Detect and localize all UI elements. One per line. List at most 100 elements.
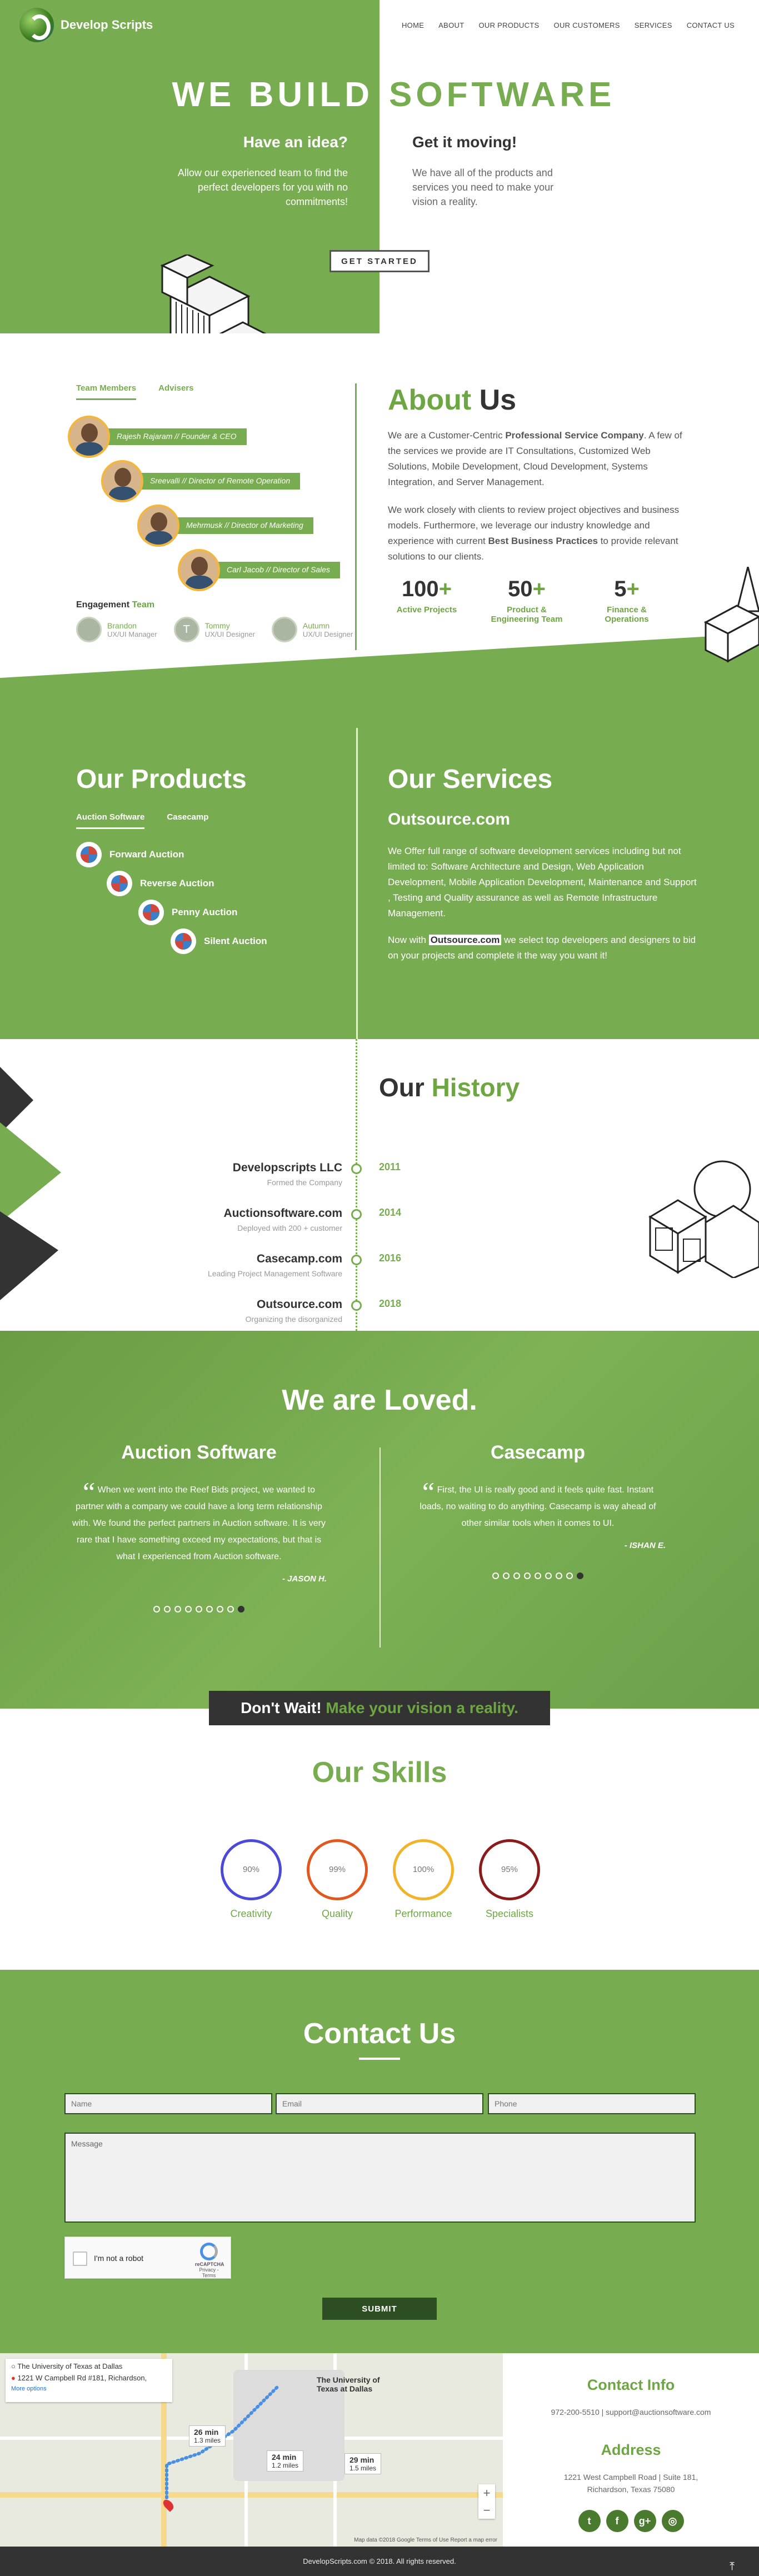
team-tabs: Team Members Advisers xyxy=(76,383,355,400)
carousel-dot[interactable] xyxy=(524,1572,531,1579)
scroll-top-icon[interactable]: ⤒ xyxy=(730,2552,735,2576)
copyright-text: DevelopScripts.com © 2018. All rights re… xyxy=(303,2557,456,2565)
carousel-dot[interactable] xyxy=(535,1572,541,1579)
skill-label: Performance xyxy=(395,1908,452,1919)
carousel-dot[interactable] xyxy=(566,1572,573,1579)
get-started-button[interactable]: GET STARTED xyxy=(329,250,430,272)
carousel-dot[interactable] xyxy=(556,1572,562,1579)
team-member[interactable]: Rajesh Rajaram // Founder & CEO xyxy=(68,416,247,458)
nav-products[interactable]: OUR PRODUCTS xyxy=(478,21,539,29)
twitter-icon[interactable]: t xyxy=(578,2510,601,2532)
stats: 100+ Active Projects 50+ Product & Enginee… xyxy=(388,577,688,624)
skill-ring: 100% xyxy=(393,1839,454,1900)
team-member-tag: Rajesh Rajaram // Founder & CEO xyxy=(107,428,247,445)
carousel-dot[interactable] xyxy=(227,1606,234,1613)
contact-line: 972-200-5510 | support@auctionsoftware.c… xyxy=(551,2408,711,2417)
skills-title: Our Skills xyxy=(312,1756,447,1789)
nav-home[interactable]: HOME xyxy=(402,21,424,29)
recaptcha-checkbox[interactable] xyxy=(73,2251,87,2266)
message-field[interactable]: Message xyxy=(64,2133,696,2223)
cta-banner: Don't Wait! Make your vision a reality. xyxy=(209,1691,550,1725)
logo-icon xyxy=(19,8,54,42)
carousel-dot[interactable] xyxy=(492,1572,499,1579)
tab-advisers[interactable]: Advisers xyxy=(158,383,193,400)
google-plus-icon[interactable]: g+ xyxy=(633,2510,656,2532)
hero-moving-text: We have all of the products and services… xyxy=(412,167,554,207)
testimonial-auction: Auction Software “ When we went into the… xyxy=(71,1442,327,1613)
carousel-dot[interactable] xyxy=(196,1606,202,1613)
phone-field[interactable] xyxy=(488,2093,696,2114)
quote-icon: “ xyxy=(83,1476,96,1507)
carousel-dot[interactable] xyxy=(206,1606,213,1613)
skill-ring: 90% xyxy=(221,1839,282,1900)
tab-team-members[interactable]: Team Members xyxy=(76,383,137,400)
services-paragraph-1: We Offer full range of software developm… xyxy=(388,846,697,918)
google-map[interactable]: ○ The University of Texas at Dallas ● 12… xyxy=(0,2353,503,2547)
product-item[interactable]: Forward Auction xyxy=(76,842,184,867)
team-member-tag: Carl Jacob // Director of Sales xyxy=(217,562,340,578)
tab-casecamp[interactable]: Casecamp xyxy=(167,812,208,829)
map-info-section: ○ The University of Texas at Dallas ● 12… xyxy=(0,2353,759,2547)
carousel-dots xyxy=(71,1606,327,1613)
tab-auction-software[interactable]: Auction Software xyxy=(76,812,145,829)
email-field[interactable] xyxy=(276,2093,483,2114)
more-options-link[interactable]: More options xyxy=(11,2385,167,2392)
nav-services[interactable]: SERVICES xyxy=(635,21,672,29)
product-item[interactable]: Reverse Auction xyxy=(107,871,214,896)
product-item[interactable]: Silent Auction xyxy=(171,928,267,954)
route-duration[interactable]: 29 min 1.5 miles xyxy=(344,2453,382,2474)
stat-active-projects: 100+ Active Projects xyxy=(396,577,457,615)
about-paragraph-1: We are a Customer-Centric Professional S… xyxy=(388,430,682,487)
brand-logo[interactable]: Develop Scripts xyxy=(19,8,153,42)
auction-logo-icon xyxy=(171,928,196,954)
avatar xyxy=(178,549,220,591)
testimonial-casecamp: Casecamp “ First, the UI is really good … xyxy=(410,1442,666,1579)
engagement-heading: Engagement Team xyxy=(76,600,155,610)
team-member[interactable]: Sreevalli // Director of Remote Operatio… xyxy=(101,460,301,502)
carousel-dot[interactable] xyxy=(513,1572,520,1579)
stat-team: 50+ Product & Engineering Team xyxy=(491,577,563,624)
name-field[interactable] xyxy=(64,2093,272,2114)
services-title: Our Services xyxy=(388,765,553,794)
product-item[interactable]: Penny Auction xyxy=(138,900,237,925)
nav-about[interactable]: ABOUT xyxy=(438,21,464,29)
carousel-dot[interactable] xyxy=(164,1606,171,1613)
hero-moving-heading: Get it moving! xyxy=(412,133,517,151)
route-duration[interactable]: 24 min 1.2 miles xyxy=(267,2450,304,2472)
team-member[interactable]: Mehrmusk // Director of Marketing xyxy=(137,505,313,547)
testimonial-quote: “ When we went into the Reef Bids projec… xyxy=(72,1476,326,1561)
carousel-dot[interactable] xyxy=(545,1572,552,1579)
avatar xyxy=(68,416,110,458)
member-name: Tommy xyxy=(204,621,230,630)
carousel-dot[interactable] xyxy=(217,1606,223,1613)
hero-moving: Get it moving! We have all of the produc… xyxy=(412,133,579,209)
products-panel: Our Products Auction Software Casecamp F… xyxy=(76,764,343,954)
zoom-controls[interactable]: + − xyxy=(478,2484,495,2519)
divider xyxy=(379,1447,381,1648)
submit-button[interactable]: SUBMIT xyxy=(322,2298,437,2320)
carousel-dot[interactable] xyxy=(185,1606,192,1613)
nav-customers[interactable]: OUR CUSTOMERS xyxy=(554,21,620,29)
carousel-dot-active[interactable] xyxy=(238,1606,244,1613)
facebook-icon[interactable]: f xyxy=(606,2510,628,2532)
isometric-blocks-icon xyxy=(160,254,267,333)
carousel-dot[interactable] xyxy=(174,1606,181,1613)
nav-contact[interactable]: CONTACT US xyxy=(687,21,735,29)
skill-label: Quality xyxy=(321,1908,353,1919)
about-title: About Us xyxy=(388,384,517,416)
carousel-dot[interactable] xyxy=(503,1572,510,1579)
dribbble-icon[interactable]: ◎ xyxy=(661,2510,684,2532)
contact-info: Contact Info 972-200-5510 | support@auct… xyxy=(503,2353,759,2532)
recaptcha-logo-icon: reCAPTCHA Privacy - Terms xyxy=(195,2243,224,2278)
contact-section: Contact Us Message I'm not a robot reCAP… xyxy=(0,1970,759,2353)
team-member[interactable]: Carl Jacob // Director of Sales xyxy=(178,549,340,591)
avatar xyxy=(137,505,179,547)
route-duration[interactable]: 26 min 1.3 miles xyxy=(189,2425,226,2447)
carousel-dot[interactable] xyxy=(153,1606,160,1613)
testimonial-author: - JASON H. xyxy=(282,1574,327,1584)
about-paragraph-2: We work closely with clients to review p… xyxy=(388,505,680,562)
skills-section: Don't Wait! Make your vision a reality. … xyxy=(0,1691,759,1970)
recaptcha-widget: I'm not a robot reCAPTCHA Privacy - Terms xyxy=(64,2236,231,2279)
directions-card[interactable]: ○ The University of Texas at Dallas ● 12… xyxy=(6,2359,172,2402)
carousel-dot-active[interactable] xyxy=(577,1572,583,1579)
